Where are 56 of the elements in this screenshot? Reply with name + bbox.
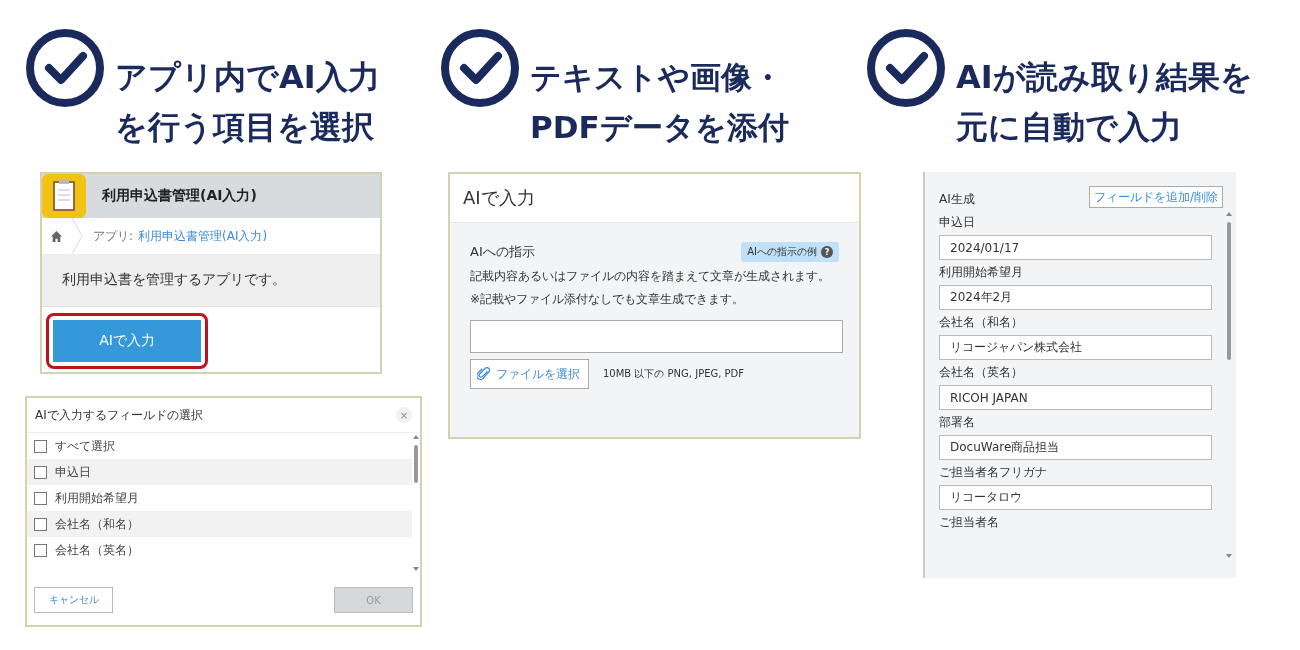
field-value[interactable]: 2024/01/17: [939, 235, 1212, 260]
option-label: 利用開始希望月: [55, 489, 139, 507]
note-text: ※記載やファイル添付なしでも文章生成できます。: [470, 291, 746, 308]
breadcrumb-label: アプリ:: [93, 227, 134, 245]
note-text: 記載内容あるいはファイルの内容を踏まえて文章が生成されます。: [470, 268, 831, 285]
field-value[interactable]: 2024年2月: [939, 285, 1212, 310]
option-label: 会社名（和名）: [55, 515, 139, 533]
edit-fields-button[interactable]: フィールドを追加/削除: [1088, 186, 1223, 208]
app-title: 利用申込書管理(AI入力): [102, 187, 257, 205]
field-option[interactable]: 会社名（和名）: [27, 511, 412, 537]
step-heading: アプリ内でAI入力 を行う項目を選択: [115, 57, 380, 148]
breadcrumb-link[interactable]: 利用申込書管理(AI入力): [138, 227, 268, 245]
checkbox[interactable]: [34, 517, 47, 531]
field-value[interactable]: RICOH JAPAN: [939, 385, 1212, 410]
instruction-input[interactable]: [470, 320, 843, 353]
option-label: 会社名（英名）: [55, 541, 139, 559]
paperclip-icon: [477, 366, 491, 382]
field-option[interactable]: 申込日: [27, 459, 412, 485]
field-label: ご担当者名: [939, 514, 1000, 531]
checkbox[interactable]: [34, 439, 47, 453]
field-value[interactable]: DocuWare商品担当: [939, 435, 1212, 460]
app-description: 利用申込書を管理するアプリです。: [42, 254, 380, 307]
examples-button[interactable]: AIへの指示の例 ?: [741, 242, 839, 262]
check-circle-icon: [440, 28, 520, 108]
checkbox[interactable]: [34, 465, 47, 479]
breadcrumb-separator: [71, 218, 83, 254]
section-title: AI生成: [939, 191, 975, 208]
field-label: 会社名（英名）: [939, 364, 1024, 381]
help-icon: ?: [821, 246, 833, 258]
scrollbar-drawing[interactable]: [1225, 210, 1233, 560]
panel-title: AIで入力: [450, 174, 859, 223]
dialog-title: AIで入力するフィールドの選択: [35, 406, 203, 424]
step-heading: AIが読み取り結果を 元に自動で入力: [956, 57, 1253, 148]
field-option[interactable]: 利用開始希望月: [27, 485, 412, 511]
checkbox[interactable]: [34, 543, 47, 557]
file-select-button[interactable]: ファイルを選択: [470, 359, 589, 389]
field-option[interactable]: 会社名（英名）: [27, 537, 412, 563]
field-label: 部署名: [939, 414, 976, 431]
check-circle-icon: [866, 28, 946, 108]
scrollbar-drawing[interactable]: [412, 433, 420, 573]
field-value[interactable]: リコータロウ: [939, 485, 1212, 510]
field-label: 利用開始希望月: [939, 264, 1024, 281]
home-icon[interactable]: [50, 229, 63, 243]
option-label: 申込日: [55, 463, 91, 481]
field-label: ご担当者名フリガナ: [939, 464, 1048, 481]
field-label: 会社名（和名）: [939, 314, 1024, 331]
field-label: 申込日: [939, 214, 976, 231]
checkbox[interactable]: [34, 491, 47, 505]
step-heading: テキストや画像・ PDFデータを添付: [530, 58, 789, 147]
field-option[interactable]: すべて選択: [27, 433, 412, 459]
cancel-button[interactable]: キャンセル: [34, 587, 113, 613]
field-value[interactable]: リコージャパン株式会社: [939, 335, 1212, 360]
instruction-label: AIへの指示: [470, 243, 535, 261]
option-label: すべて選択: [55, 437, 115, 455]
file-hint: 10MB 以下の PNG, JPEG, PDF: [603, 367, 745, 381]
check-circle-icon: [25, 28, 105, 108]
